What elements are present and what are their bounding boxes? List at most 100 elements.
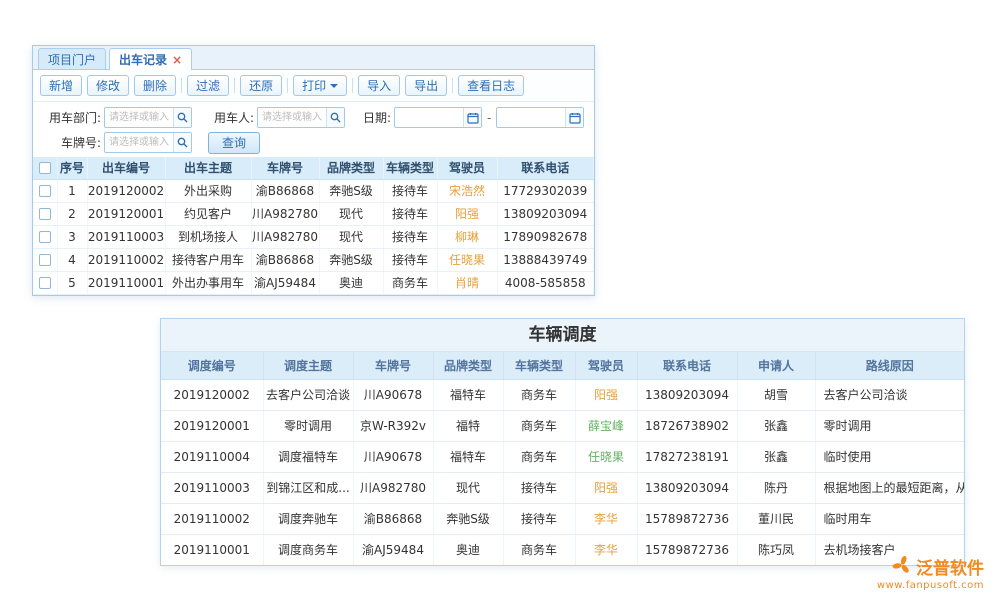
cell-subject[interactable]: 去客户公司洽谈: [263, 379, 353, 410]
cell-plate-number[interactable]: 京W-R392v: [353, 410, 433, 441]
cell-dispatch-id[interactable]: 2019110003: [161, 472, 263, 503]
cell-dispatch-id[interactable]: 2019110001: [87, 271, 165, 294]
checkbox-column-header: [33, 157, 57, 179]
cell-dispatch-id[interactable]: 2019110002: [161, 503, 263, 534]
cell-subject[interactable]: 调度奔驰车: [263, 503, 353, 534]
cell-vehicle-type: 商务车: [503, 410, 575, 441]
row-checkbox[interactable]: [39, 254, 51, 266]
table-row[interactable]: 42019110002接待客户用车渝B86868奔驰S级接待车任晓果138884…: [33, 248, 594, 271]
query-button[interactable]: 查询: [208, 132, 260, 154]
column-header: 路线原因: [815, 352, 964, 379]
restore-button[interactable]: 还原: [240, 75, 282, 96]
cell-dispatch-id[interactable]: 2019120002: [161, 379, 263, 410]
date-range-separator: -: [487, 111, 491, 125]
row-checkbox[interactable]: [39, 185, 51, 197]
search-icon[interactable]: [173, 108, 191, 127]
cell-brand-type: 福特车: [433, 379, 503, 410]
checkbox-cell: [33, 179, 57, 202]
cell-dispatch-id[interactable]: 2019120002: [87, 179, 165, 202]
cell-vehicle-type: 接待车: [383, 248, 437, 271]
table-row[interactable]: 2019120002去客户公司洽谈川A90678福特车商务车阳强13809203…: [161, 379, 964, 410]
close-icon[interactable]: ×: [172, 54, 182, 66]
cell-dispatch-id[interactable]: 2019110004: [161, 441, 263, 472]
cell-brand-type: 现代: [433, 472, 503, 503]
cell-vehicle-type: 商务车: [503, 534, 575, 565]
filter-button[interactable]: 过滤: [187, 75, 229, 96]
table-row[interactable]: 12019120002外出采购渝B86868奔驰S级接待车宋浩然17729302…: [33, 179, 594, 202]
cell-dispatch-id[interactable]: 2019110002: [87, 248, 165, 271]
row-checkbox[interactable]: [39, 208, 51, 220]
table-row[interactable]: 32019110003到机场接人川A982780现代接待车柳琳178909826…: [33, 225, 594, 248]
cell-subject[interactable]: 外出办事用车: [165, 271, 251, 294]
dept-filter-input[interactable]: [105, 109, 173, 126]
import-button[interactable]: 导入: [358, 75, 400, 96]
dept-filter: [104, 107, 192, 128]
calendar-icon[interactable]: [463, 108, 481, 127]
table-row[interactable]: 2019110002调度奔驰车渝B86868奔驰S级接待车李华157898727…: [161, 503, 964, 534]
cell-driver: 任晓果: [575, 441, 637, 472]
cell-vehicle-type: 接待车: [383, 225, 437, 248]
view-log-button[interactable]: 查看日志: [458, 75, 524, 96]
cell-brand-type: 奥迪: [319, 271, 383, 294]
cell-subject[interactable]: 约见客户: [165, 202, 251, 225]
cell-subject[interactable]: 到机场接人: [165, 225, 251, 248]
cell-plate-number[interactable]: 渝B86868: [353, 503, 433, 534]
edit-button[interactable]: 修改: [87, 75, 129, 96]
cell-dispatch-id[interactable]: 2019120001: [87, 202, 165, 225]
toolbar-separator: [234, 78, 235, 93]
cell-subject[interactable]: 外出采购: [165, 179, 251, 202]
cell-applicant: 张鑫: [737, 441, 815, 472]
date-to-input[interactable]: [497, 109, 565, 126]
cell-applicant: 陈丹: [737, 472, 815, 503]
cell-subject[interactable]: 零时调用: [263, 410, 353, 441]
table-row[interactable]: 2019110004调度福特车川A90678福特车商务车任晓果178272381…: [161, 441, 964, 472]
cell-phone: 15789872736: [637, 503, 737, 534]
search-icon[interactable]: [326, 108, 344, 127]
calendar-icon[interactable]: [565, 108, 583, 127]
date-from-input[interactable]: [395, 109, 463, 126]
cell-plate-number[interactable]: 川A982780: [251, 225, 319, 248]
table-row[interactable]: 22019120001约见客户川A982780现代接待车阳强1380920309…: [33, 202, 594, 225]
table-row[interactable]: 52019110001外出办事用车渝AJ59484奥迪商务车肖晴4008-585…: [33, 271, 594, 294]
select-all-checkbox[interactable]: [39, 162, 51, 174]
export-button[interactable]: 导出: [405, 75, 447, 96]
cell-driver: 阳强: [437, 202, 497, 225]
row-checkbox[interactable]: [39, 277, 51, 289]
table-row[interactable]: 2019110001调度商务车渝AJ59484奥迪商务车李华1578987273…: [161, 534, 964, 565]
cell-driver: 阳强: [575, 472, 637, 503]
row-checkbox[interactable]: [39, 231, 51, 243]
cell-plate-number[interactable]: 渝B86868: [251, 248, 319, 271]
cell-dispatch-id[interactable]: 2019120001: [161, 410, 263, 441]
checkbox-cell: [33, 271, 57, 294]
tab-project-portal[interactable]: 项目门户: [38, 48, 106, 69]
tab-dispatch-records[interactable]: 出车记录 ×: [109, 48, 192, 70]
search-icon[interactable]: [173, 133, 191, 152]
cell-plate-number[interactable]: 渝AJ59484: [353, 534, 433, 565]
cell-applicant: 董川民: [737, 503, 815, 534]
cell-plate-number[interactable]: 渝B86868: [251, 179, 319, 202]
add-button[interactable]: 新增: [40, 75, 82, 96]
brand-website: www.fanpusoft.com: [877, 580, 984, 591]
cell-plate-number[interactable]: 川A982780: [353, 472, 433, 503]
cell-dispatch-id[interactable]: 2019110003: [87, 225, 165, 248]
cell-subject[interactable]: 调度福特车: [263, 441, 353, 472]
plate-filter-input[interactable]: [105, 134, 173, 151]
cell-plate-number[interactable]: 渝AJ59484: [251, 271, 319, 294]
cell-plate-number[interactable]: 川A90678: [353, 379, 433, 410]
table-row[interactable]: 2019120001零时调用京W-R392v福特商务车薛宝峰1872673890…: [161, 410, 964, 441]
cell-subject[interactable]: 接待客户用车: [165, 248, 251, 271]
cell-dispatch-id[interactable]: 2019110001: [161, 534, 263, 565]
cell-plate-number[interactable]: 川A90678: [353, 441, 433, 472]
cell-subject[interactable]: 到锦江区和成...: [263, 472, 353, 503]
cell-applicant: 张鑫: [737, 410, 815, 441]
table-row[interactable]: 2019110003到锦江区和成...川A982780现代接待车阳强138092…: [161, 472, 964, 503]
print-button[interactable]: 打印: [293, 75, 347, 96]
cell-vehicle-type: 商务车: [503, 379, 575, 410]
vehicle-dispatch-window: 车辆调度 调度编号调度主题车牌号品牌类型车辆类型驾驶员联系电话申请人路线原因 2…: [160, 318, 965, 566]
cell-driver: 宋浩然: [437, 179, 497, 202]
cell-vehicle-type: 接待车: [503, 472, 575, 503]
cell-subject[interactable]: 调度商务车: [263, 534, 353, 565]
delete-button[interactable]: 删除: [134, 75, 176, 96]
cell-plate-number[interactable]: 川A982780: [251, 202, 319, 225]
user-filter-input[interactable]: [258, 109, 326, 126]
